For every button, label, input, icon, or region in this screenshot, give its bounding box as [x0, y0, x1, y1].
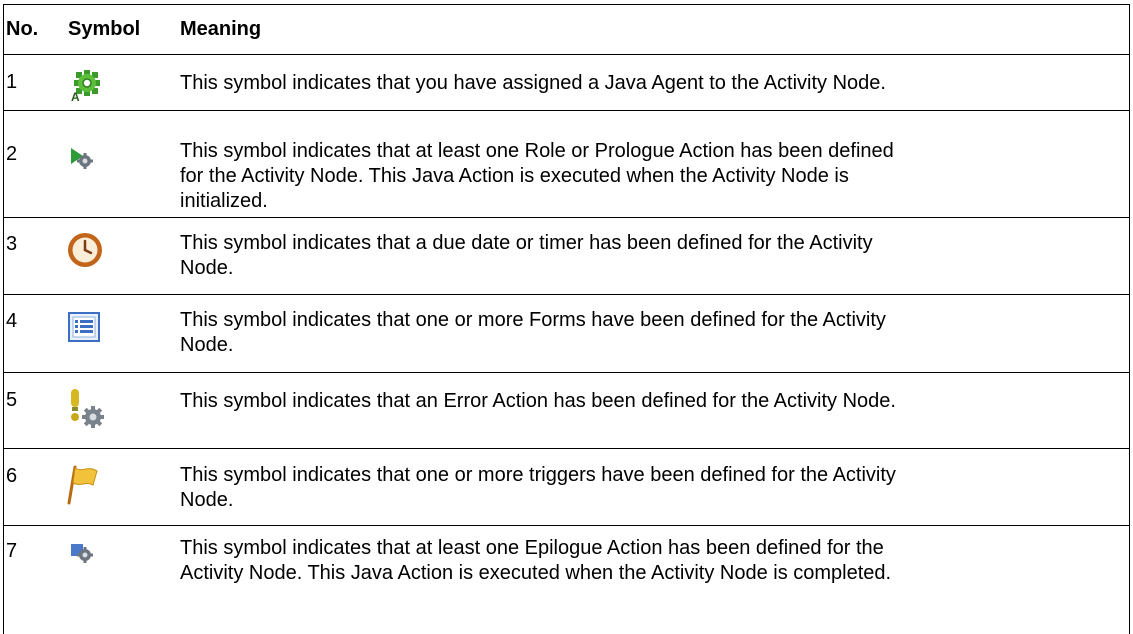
timer-clock-icon: [65, 230, 115, 267]
header-no: No.: [6, 18, 39, 40]
row-meaning: This symbol indicates that one or more t…: [180, 464, 896, 511]
table-row: 4 This symbol indicates that one or more…: [4, 295, 1129, 373]
table-header: No. Symbol Meaning: [4, 5, 1129, 55]
header-symbol: Symbol: [68, 18, 141, 40]
row-number: 1: [6, 71, 18, 93]
row-meaning: This symbol indicates that one or more F…: [180, 309, 886, 356]
row-number: 4: [6, 310, 18, 332]
table-row: 1 A This symbol indicates that you have …: [4, 55, 1129, 111]
table-row: 2 This symbol indicates that at least on…: [4, 111, 1129, 218]
table-row: 6 This symbol indicates that one or more…: [4, 449, 1129, 526]
row-number: 7: [6, 540, 18, 562]
row-meaning: This symbol indicates that you have assi…: [180, 72, 886, 94]
row-number: 2: [6, 143, 18, 165]
row-meaning: This symbol indicates that an Error Acti…: [180, 390, 896, 412]
trigger-flag-icon: [65, 463, 115, 505]
table-row: 5 This symbol indicates that an Error Ac…: [4, 373, 1129, 449]
table-row: 7 This symbol indicates that at least on…: [4, 526, 1129, 634]
prologue-action-icon: [65, 146, 115, 182]
row-number: 3: [6, 233, 18, 255]
table-row: 3 This symbol indicates that a due date …: [4, 218, 1129, 295]
java-agent-gear-icon: A: [65, 67, 115, 103]
svg-text:A: A: [71, 90, 80, 103]
row-number: 6: [6, 465, 18, 487]
symbol-table: No. Symbol Meaning 1 A This symbol indic…: [3, 4, 1130, 634]
row-meaning: This symbol indicates that at least one …: [180, 140, 894, 212]
form-list-icon: [65, 310, 115, 346]
error-action-icon: [65, 387, 115, 428]
row-number: 5: [6, 389, 18, 411]
row-meaning: This symbol indicates that at least one …: [180, 537, 892, 584]
epilogue-action-icon: [65, 540, 115, 576]
header-meaning: Meaning: [180, 18, 262, 40]
row-meaning: This symbol indicates that a due date or…: [180, 232, 873, 279]
